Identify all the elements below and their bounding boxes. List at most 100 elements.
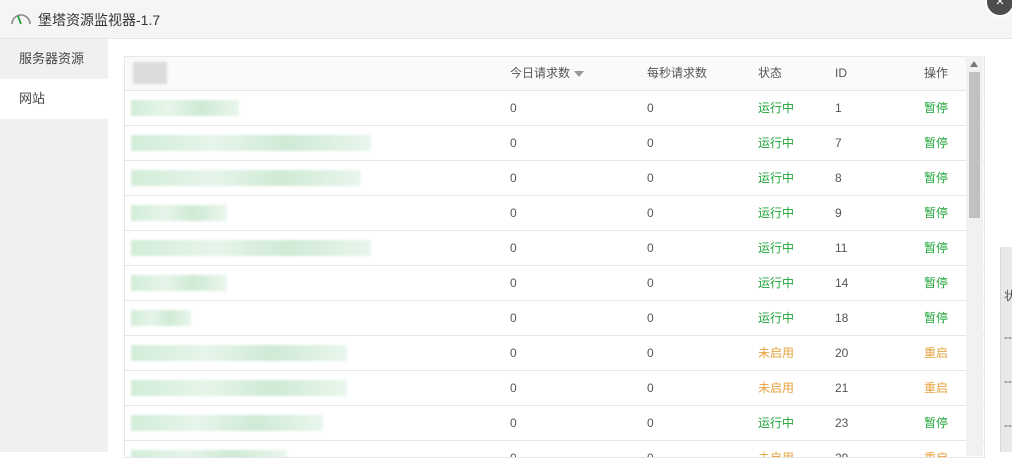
table-row: 0 0 运行中 11 暂停 [125,231,984,266]
redacted-site-name [131,310,191,326]
table-row: 0 0 运行中 23 暂停 [125,406,984,441]
table-row: 0 0 运行中 9 暂停 [125,196,984,231]
table-row: 0 0 运行中 18 暂停 [125,301,984,336]
action-link[interactable]: 暂停 [924,126,948,160]
sidebar-item-server-resources[interactable]: 服务器资源 [0,39,108,79]
table-body: 0 0 运行中 1 暂停 0 0 运行中 7 暂停 0 0 运行中 8 暂停 0 0 运行中 9 暂停 0 0 运行中 11 暂… [125,91,984,458]
today-requests-cell: 0 [510,241,517,255]
status-cell: 运行中 [758,311,795,325]
today-requests-cell: 0 [510,416,517,430]
per-second-cell: 0 [647,381,654,395]
status-cell: 运行中 [758,136,795,150]
redacted-site-name [131,275,227,291]
gauge-icon [11,14,31,25]
id-cell: 29 [835,451,849,458]
per-second-cell: 0 [647,206,654,220]
table-row: 0 0 运行中 7 暂停 [125,126,984,161]
status-cell: 未启用 [758,381,795,395]
sidebar: 服务器资源 网站 [0,39,108,452]
id-cell: 20 [835,346,849,360]
redacted-site-name [131,135,371,151]
column-status: 状态 [758,66,783,80]
status-cell: 运行中 [758,276,795,290]
id-cell: 8 [835,171,842,185]
table-row: 0 0 运行中 8 暂停 [125,161,984,196]
background-dash: -- [1004,330,1012,344]
status-cell: 未启用 [758,451,795,458]
today-requests-cell: 0 [510,381,517,395]
per-second-cell: 0 [647,101,654,115]
column-requests-per-second: 每秒请求数 [647,66,708,80]
id-cell: 14 [835,276,849,290]
sidebar-item-websites[interactable]: 网站 [0,79,108,119]
id-cell: 1 [835,101,842,115]
action-link[interactable]: 暂停 [924,91,948,125]
action-link[interactable]: 重启 [924,441,948,457]
redacted-header [133,62,167,84]
scrollbar-thumb[interactable] [969,72,980,218]
status-cell: 运行中 [758,241,795,255]
table-row: 0 0 未启用 20 重启 [125,336,984,371]
per-second-cell: 0 [647,346,654,360]
table-row: 0 0 运行中 14 暂停 [125,266,984,301]
today-requests-cell: 0 [510,346,517,360]
action-link[interactable]: 暂停 [924,266,948,300]
action-link[interactable]: 暂停 [924,161,948,195]
scroll-up-icon[interactable] [970,61,978,67]
per-second-cell: 0 [647,416,654,430]
today-requests-cell: 0 [510,276,517,290]
today-requests-cell: 0 [510,101,517,115]
id-cell: 9 [835,206,842,220]
main-content: 今日请求数 每秒请求数 状态 ID 操作 0 0 运行中 1 暂停 0 0 运行中 7 暂停 0 0 运… [108,39,1000,458]
per-second-cell: 0 [647,276,654,290]
today-requests-cell: 0 [510,136,517,150]
redacted-site-name [131,415,323,431]
background-dash: -- [1004,374,1012,388]
sort-desc-icon[interactable] [574,70,585,77]
action-link[interactable]: 暂停 [924,231,948,265]
table-row: 0 0 未启用 21 重启 [125,371,984,406]
per-second-cell: 0 [647,311,654,325]
today-requests-cell: 0 [510,171,517,185]
id-cell: 11 [835,241,848,255]
redacted-site-name [131,170,361,186]
id-cell: 7 [835,136,842,150]
id-cell: 23 [835,416,849,430]
action-link[interactable]: 暂停 [924,406,948,440]
redacted-site-name [131,100,239,116]
per-second-cell: 0 [647,451,654,458]
action-link[interactable]: 重启 [924,336,948,370]
per-second-cell: 0 [647,171,654,185]
redacted-site-name [131,345,347,361]
table-header: 今日请求数 每秒请求数 状态 ID 操作 [125,57,984,91]
status-cell: 运行中 [758,416,795,430]
action-link[interactable]: 暂停 [924,301,948,335]
id-cell: 18 [835,311,849,325]
window-titlebar: 堡塔资源监视器-1.7 [0,0,1012,39]
per-second-cell: 0 [647,136,654,150]
action-link[interactable]: 暂停 [924,196,948,230]
sites-table: 今日请求数 每秒请求数 状态 ID 操作 0 0 运行中 1 暂停 0 0 运行中 7 暂停 0 0 运… [124,56,985,458]
table-row: 0 0 未启用 29 重启 [125,441,984,458]
today-requests-cell: 0 [510,206,517,220]
status-cell: 运行中 [758,206,795,220]
per-second-cell: 0 [647,241,654,255]
redacted-site-name [131,450,287,457]
status-cell: 运行中 [758,101,795,115]
redacted-site-name [131,240,371,256]
window-title: 堡塔资源监视器-1.7 [38,12,161,28]
table-row: 0 0 运行中 1 暂停 [125,91,984,126]
redacted-site-name [131,205,227,221]
today-requests-cell: 0 [510,311,517,325]
column-id: ID [835,66,847,80]
column-today-requests[interactable]: 今日请求数 [510,57,585,90]
column-action: 操作 [924,66,949,80]
vertical-scrollbar[interactable] [966,56,983,456]
today-requests-cell: 0 [510,451,517,458]
status-cell: 未启用 [758,346,795,360]
action-link[interactable]: 重启 [924,371,948,405]
status-cell: 运行中 [758,171,795,185]
background-dash: -- [1004,418,1012,432]
id-cell: 21 [835,381,849,395]
background-header-char: 状 [1004,289,1012,303]
